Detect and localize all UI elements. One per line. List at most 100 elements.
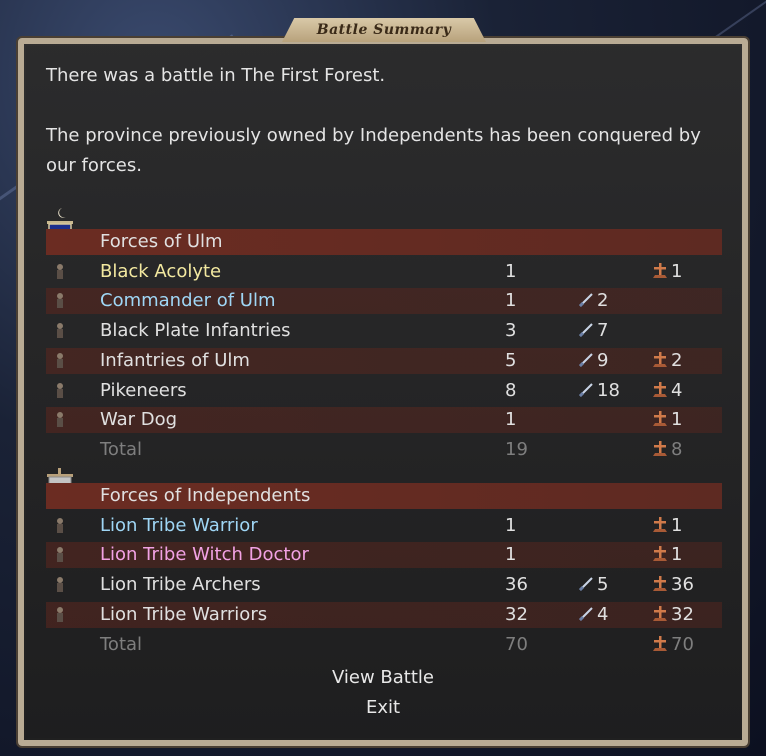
losses-value: 32 bbox=[671, 603, 694, 625]
unit-portrait-icon bbox=[54, 606, 66, 624]
window-title: Battle Summary bbox=[282, 18, 486, 42]
unit-count: 5 bbox=[505, 349, 517, 371]
unit-count: 3 bbox=[505, 320, 517, 342]
unit-portrait-icon bbox=[54, 517, 66, 535]
unit-count: 1 bbox=[505, 260, 517, 282]
sword-icon bbox=[578, 353, 593, 367]
unit-kills: 4 bbox=[578, 602, 608, 628]
unit-count: 1 bbox=[505, 544, 517, 566]
unit-name: Lion Tribe Witch Doctor bbox=[100, 544, 309, 566]
unit-row[interactable]: Lion Tribe Warrior 1 1 bbox=[46, 513, 722, 539]
losses-value: 2 bbox=[671, 349, 683, 371]
unit-portrait-icon bbox=[54, 546, 66, 564]
kills-value: 4 bbox=[597, 603, 609, 625]
losses-value: 36 bbox=[671, 574, 694, 596]
unit-losses: 2 bbox=[651, 348, 682, 374]
grave-icon bbox=[653, 605, 667, 621]
total-count: 19 bbox=[505, 438, 528, 460]
sword-icon bbox=[578, 577, 593, 592]
unit-row[interactable]: Commander of Ulm 1 2 bbox=[46, 288, 722, 315]
total-count: 70 bbox=[505, 633, 528, 655]
losses-value: 1 bbox=[671, 544, 683, 566]
unit-count: 1 bbox=[505, 409, 517, 431]
unit-losses: 1 bbox=[651, 542, 682, 568]
grave-icon bbox=[653, 516, 667, 532]
unit-portrait-icon bbox=[54, 382, 66, 400]
losses-value: 8 bbox=[671, 438, 683, 460]
unit-name: Infantries of Ulm bbox=[100, 349, 250, 371]
kills-value: 18 bbox=[597, 379, 620, 401]
unit-row[interactable]: Infantries of Ulm 5 9 2 bbox=[46, 347, 722, 374]
unit-portrait-icon bbox=[54, 411, 66, 429]
grave-icon bbox=[653, 411, 667, 427]
total-row: Total 70 70 bbox=[46, 632, 722, 658]
sword-icon bbox=[578, 382, 593, 397]
sword-icon bbox=[578, 293, 593, 308]
battle-location-message: There was a battle in The First Forest. bbox=[46, 65, 386, 86]
unit-count: 32 bbox=[505, 603, 528, 625]
unit-losses: 1 bbox=[651, 407, 682, 433]
grave-icon bbox=[653, 635, 667, 651]
losses-value: 1 bbox=[671, 260, 683, 282]
unit-name: War Dog bbox=[100, 409, 178, 431]
total-label: Total bbox=[100, 633, 143, 655]
unit-name: Black Plate Infantries bbox=[100, 320, 291, 342]
kills-value: 2 bbox=[597, 290, 609, 312]
unit-portrait-icon bbox=[54, 576, 66, 594]
total-row: Total 19 8 bbox=[46, 437, 722, 463]
unit-losses: 36 bbox=[651, 572, 694, 598]
losses-value: 1 bbox=[671, 514, 683, 536]
unit-portrait-icon bbox=[54, 352, 66, 370]
unit-kills: 5 bbox=[578, 572, 608, 598]
unit-portrait-icon bbox=[54, 292, 66, 310]
sword-icon bbox=[578, 607, 593, 621]
unit-kills: 9 bbox=[578, 348, 608, 374]
unit-row[interactable]: Lion Tribe Archers 36 5 36 bbox=[46, 572, 722, 598]
kills-value: 7 bbox=[597, 320, 609, 342]
unit-count: 8 bbox=[505, 379, 517, 401]
unit-row[interactable]: War Dog 1 1 bbox=[46, 407, 722, 434]
total-losses: 8 bbox=[651, 437, 682, 463]
losses-value: 70 bbox=[671, 633, 694, 655]
total-label: Total bbox=[100, 438, 143, 460]
unit-portrait-icon bbox=[54, 322, 66, 340]
side-header: Forces of Ulm bbox=[46, 229, 722, 255]
grave-icon bbox=[653, 381, 667, 397]
unit-losses: 1 bbox=[651, 513, 682, 539]
unit-name: Lion Tribe Archers bbox=[100, 574, 261, 596]
side-name: Forces of Ulm bbox=[100, 231, 223, 252]
unit-losses: 1 bbox=[651, 259, 682, 285]
unit-losses: 32 bbox=[651, 602, 694, 628]
view-battle-button[interactable]: View Battle bbox=[0, 667, 766, 688]
grave-icon bbox=[653, 440, 667, 456]
unit-name: Lion Tribe Warriors bbox=[100, 603, 268, 625]
conquest-message: The province previously owned by Indepen… bbox=[46, 125, 701, 176]
unit-name: Commander of Ulm bbox=[100, 290, 276, 312]
unit-kills: 18 bbox=[578, 378, 620, 404]
sword-icon bbox=[578, 323, 593, 338]
unit-portrait-icon bbox=[54, 263, 66, 281]
unit-count: 1 bbox=[505, 290, 517, 312]
side-name: Forces of Independents bbox=[100, 485, 311, 506]
exit-button[interactable]: Exit bbox=[0, 697, 766, 718]
grave-icon bbox=[653, 576, 667, 592]
unit-row[interactable]: Black Plate Infantries 3 7 bbox=[46, 318, 722, 344]
unit-kills: 2 bbox=[578, 288, 608, 314]
unit-count: 1 bbox=[505, 514, 517, 536]
unit-name: Pikeneers bbox=[100, 379, 187, 401]
unit-row[interactable]: Lion Tribe Witch Doctor 1 1 bbox=[46, 542, 722, 569]
unit-row[interactable]: Black Acolyte 1 1 bbox=[46, 259, 722, 285]
unit-row[interactable]: Pikeneers 8 18 4 bbox=[46, 378, 722, 404]
unit-count: 36 bbox=[505, 574, 528, 596]
losses-value: 1 bbox=[671, 409, 683, 431]
total-losses: 70 bbox=[651, 632, 694, 658]
grave-icon bbox=[653, 262, 667, 278]
unit-kills: 7 bbox=[578, 318, 608, 344]
kills-value: 5 bbox=[597, 574, 609, 596]
unit-losses: 4 bbox=[651, 378, 682, 404]
grave-icon bbox=[653, 351, 667, 367]
unit-name: Black Acolyte bbox=[100, 260, 222, 282]
losses-value: 4 bbox=[671, 379, 683, 401]
side-header: Forces of Independents bbox=[46, 483, 722, 509]
unit-row[interactable]: Lion Tribe Warriors 32 4 32 bbox=[46, 601, 722, 628]
